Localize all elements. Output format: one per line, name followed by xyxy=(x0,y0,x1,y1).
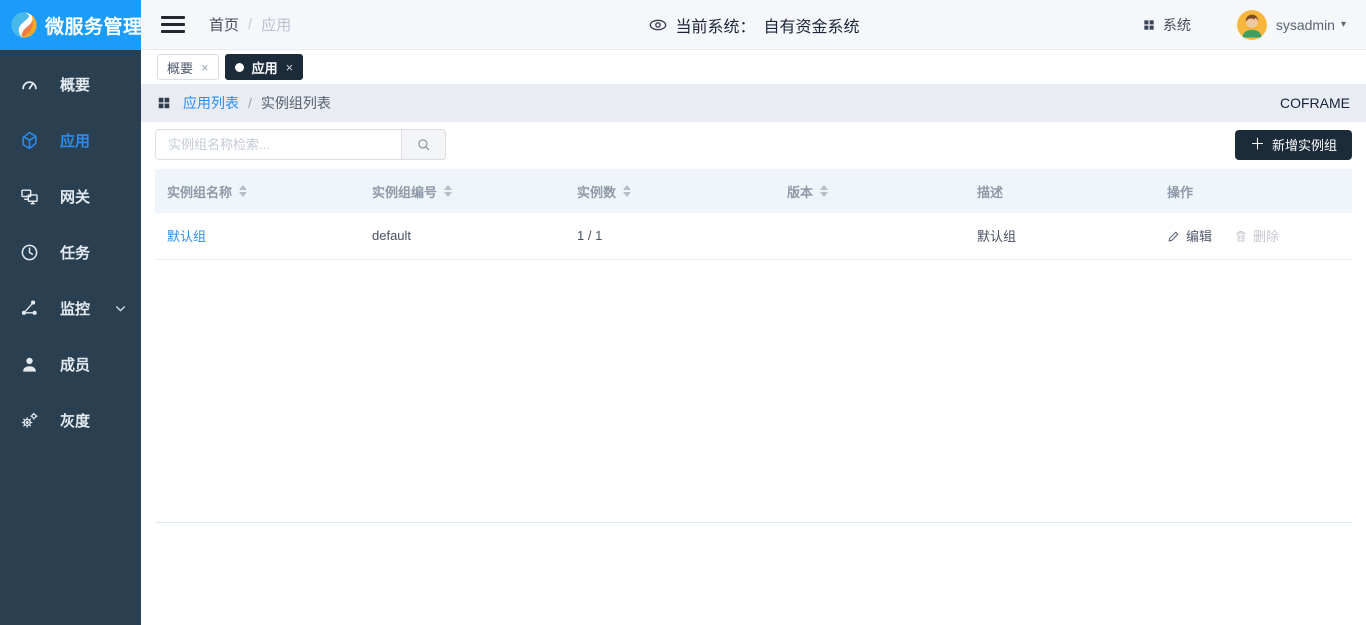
delete-label: 删除 xyxy=(1253,229,1280,245)
system-menu-label: 系统 xyxy=(1162,16,1191,33)
system-menu[interactable]: 系统 xyxy=(1142,15,1191,35)
topbar: 首页 / 应用 当前系统： 自有资金系统 系统 sysadmin ▾ xyxy=(141,0,1366,50)
sidebar-item-label: 监控 xyxy=(60,300,91,318)
gears-icon xyxy=(20,411,39,430)
sort-icon[interactable] xyxy=(444,185,453,197)
tab-label: 应用 xyxy=(251,60,278,76)
sort-icon[interactable] xyxy=(239,185,248,197)
sidebar-item-label: 应用 xyxy=(60,132,91,150)
tab-label: 概要 xyxy=(167,60,194,76)
content-panel: ＋ 新增实例组 实例组名称 xyxy=(141,122,1366,625)
sidebar-item-label: 任务 xyxy=(60,244,91,262)
app-root: 微服务管理 概要 应用 网关 任务 监控 成员 灰度 首页 / 应用 当前系统：… xyxy=(0,0,1366,625)
search-box xyxy=(155,129,446,160)
trash-icon xyxy=(1235,230,1247,242)
breadcrumb-current-page: 实例组列表 xyxy=(260,95,331,111)
table-row: 默认组 default 1 / 1 默认组 编辑 删除 xyxy=(155,213,1352,260)
breadcrumb-separator: / xyxy=(248,95,252,111)
tab-applications[interactable]: 应用 × xyxy=(224,54,304,80)
phoenix-logo-icon xyxy=(11,12,37,38)
eye-icon xyxy=(649,19,666,30)
chevron-down-icon[interactable] xyxy=(114,302,127,315)
sidebar-item-applications[interactable]: 应用 xyxy=(0,112,141,168)
current-system-label: 当前系统： xyxy=(675,18,756,36)
add-button-label: 新增实例组 xyxy=(1271,138,1337,153)
sidebar-item-gray-release[interactable]: 灰度 xyxy=(0,392,141,448)
description-cell: 默认组 xyxy=(965,213,1155,260)
pencil-icon xyxy=(1168,231,1179,242)
sidebar-item-label: 灰度 xyxy=(60,412,91,430)
breadcrumb: 首页 / 应用 xyxy=(209,14,291,35)
current-system-value: 自有资金系统 xyxy=(763,18,860,36)
col-header-version: 版本 xyxy=(775,169,965,213)
breadcrumb-app-list-link[interactable]: 应用列表 xyxy=(183,93,239,113)
current-system-banner: 当前系统： 自有资金系统 xyxy=(647,13,860,37)
col-header-description: 描述 xyxy=(965,169,1155,213)
version-cell xyxy=(775,213,965,260)
active-dot-icon xyxy=(234,62,244,72)
username-label: sysadmin xyxy=(1275,16,1335,33)
menu-icon[interactable] xyxy=(161,16,185,33)
gateway-icon xyxy=(20,187,39,206)
row-actions: 编辑 删除 xyxy=(1167,226,1340,245)
sidebar-item-label: 概要 xyxy=(60,76,91,94)
sort-icon[interactable] xyxy=(623,185,632,197)
brand-logo[interactable]: 微服务管理 xyxy=(0,0,143,50)
sidebar: 微服务管理 概要 应用 网关 任务 监控 成员 灰度 xyxy=(0,0,143,625)
tab-overview[interactable]: 概要 × xyxy=(157,54,219,80)
edit-action[interactable]: 编辑 xyxy=(1167,226,1212,245)
nodes-icon xyxy=(20,299,39,318)
breadcrumb-current: 应用 xyxy=(261,17,292,34)
add-instance-group-button[interactable]: ＋ 新增实例组 xyxy=(1234,129,1352,160)
page-breadcrumb-bar: 应用列表 / 实例组列表 COFRAME xyxy=(141,84,1366,122)
clock-icon xyxy=(20,243,39,262)
group-name-link[interactable]: 默认组 xyxy=(167,229,206,244)
search-input[interactable] xyxy=(155,129,401,160)
caret-down-icon: ▾ xyxy=(1340,19,1346,30)
delete-action[interactable]: 删除 xyxy=(1234,226,1279,245)
grid-icon xyxy=(1144,19,1154,30)
sidebar-item-label: 网关 xyxy=(60,188,91,206)
avatar-image xyxy=(1236,9,1267,40)
grid-icon xyxy=(157,96,171,110)
search-icon xyxy=(418,139,430,151)
sidebar-item-label: 成员 xyxy=(60,356,91,374)
close-icon[interactable]: × xyxy=(286,61,294,74)
breadcrumb-separator: / xyxy=(248,16,253,33)
col-header-actions: 操作 xyxy=(1155,169,1352,213)
col-header-instance-count: 实例数 xyxy=(565,169,775,213)
col-header-group-code: 实例组编号 xyxy=(360,169,565,213)
edit-label: 编辑 xyxy=(1186,229,1213,245)
toolbar: ＋ 新增实例组 xyxy=(155,129,1352,160)
open-tabs-bar: 概要 × 应用 × xyxy=(141,50,1366,84)
gauge-icon xyxy=(20,75,39,94)
project-name: COFRAME xyxy=(1280,95,1350,111)
instance-count-cell: 1 / 1 xyxy=(565,213,775,260)
group-code-cell: default xyxy=(360,213,565,260)
main-area: 首页 / 应用 当前系统： 自有资金系统 系统 sysadmin ▾ 概要 × … xyxy=(141,0,1366,625)
close-icon[interactable]: × xyxy=(201,61,209,74)
search-button[interactable] xyxy=(401,129,446,160)
col-header-group-name: 实例组名称 xyxy=(155,169,360,213)
sidebar-item-overview[interactable]: 概要 xyxy=(0,56,141,112)
topbar-right: 系统 sysadmin ▾ xyxy=(1142,9,1346,40)
sidebar-item-gateway[interactable]: 网关 xyxy=(0,168,141,224)
sidebar-item-monitoring[interactable]: 监控 xyxy=(0,280,141,336)
avatar[interactable] xyxy=(1236,9,1267,40)
cube-icon xyxy=(20,131,39,150)
sidebar-nav: 概要 应用 网关 任务 监控 成员 灰度 xyxy=(0,50,141,448)
sidebar-item-members[interactable]: 成员 xyxy=(0,336,141,392)
user-icon xyxy=(20,355,39,374)
user-menu[interactable]: sysadmin ▾ xyxy=(1276,17,1346,33)
sort-icon[interactable] xyxy=(820,185,829,197)
brand-title: 微服务管理 xyxy=(45,16,143,38)
table-header-row: 实例组名称 实例组编号 实例数 版本 描述 操作 xyxy=(155,169,1352,213)
breadcrumb-home[interactable]: 首页 xyxy=(209,14,239,35)
plus-icon: ＋ xyxy=(1249,136,1265,153)
instance-group-table: 实例组名称 实例组编号 实例数 版本 描述 操作 默认组 default 1 /… xyxy=(155,169,1352,523)
sidebar-item-tasks[interactable]: 任务 xyxy=(0,224,141,280)
